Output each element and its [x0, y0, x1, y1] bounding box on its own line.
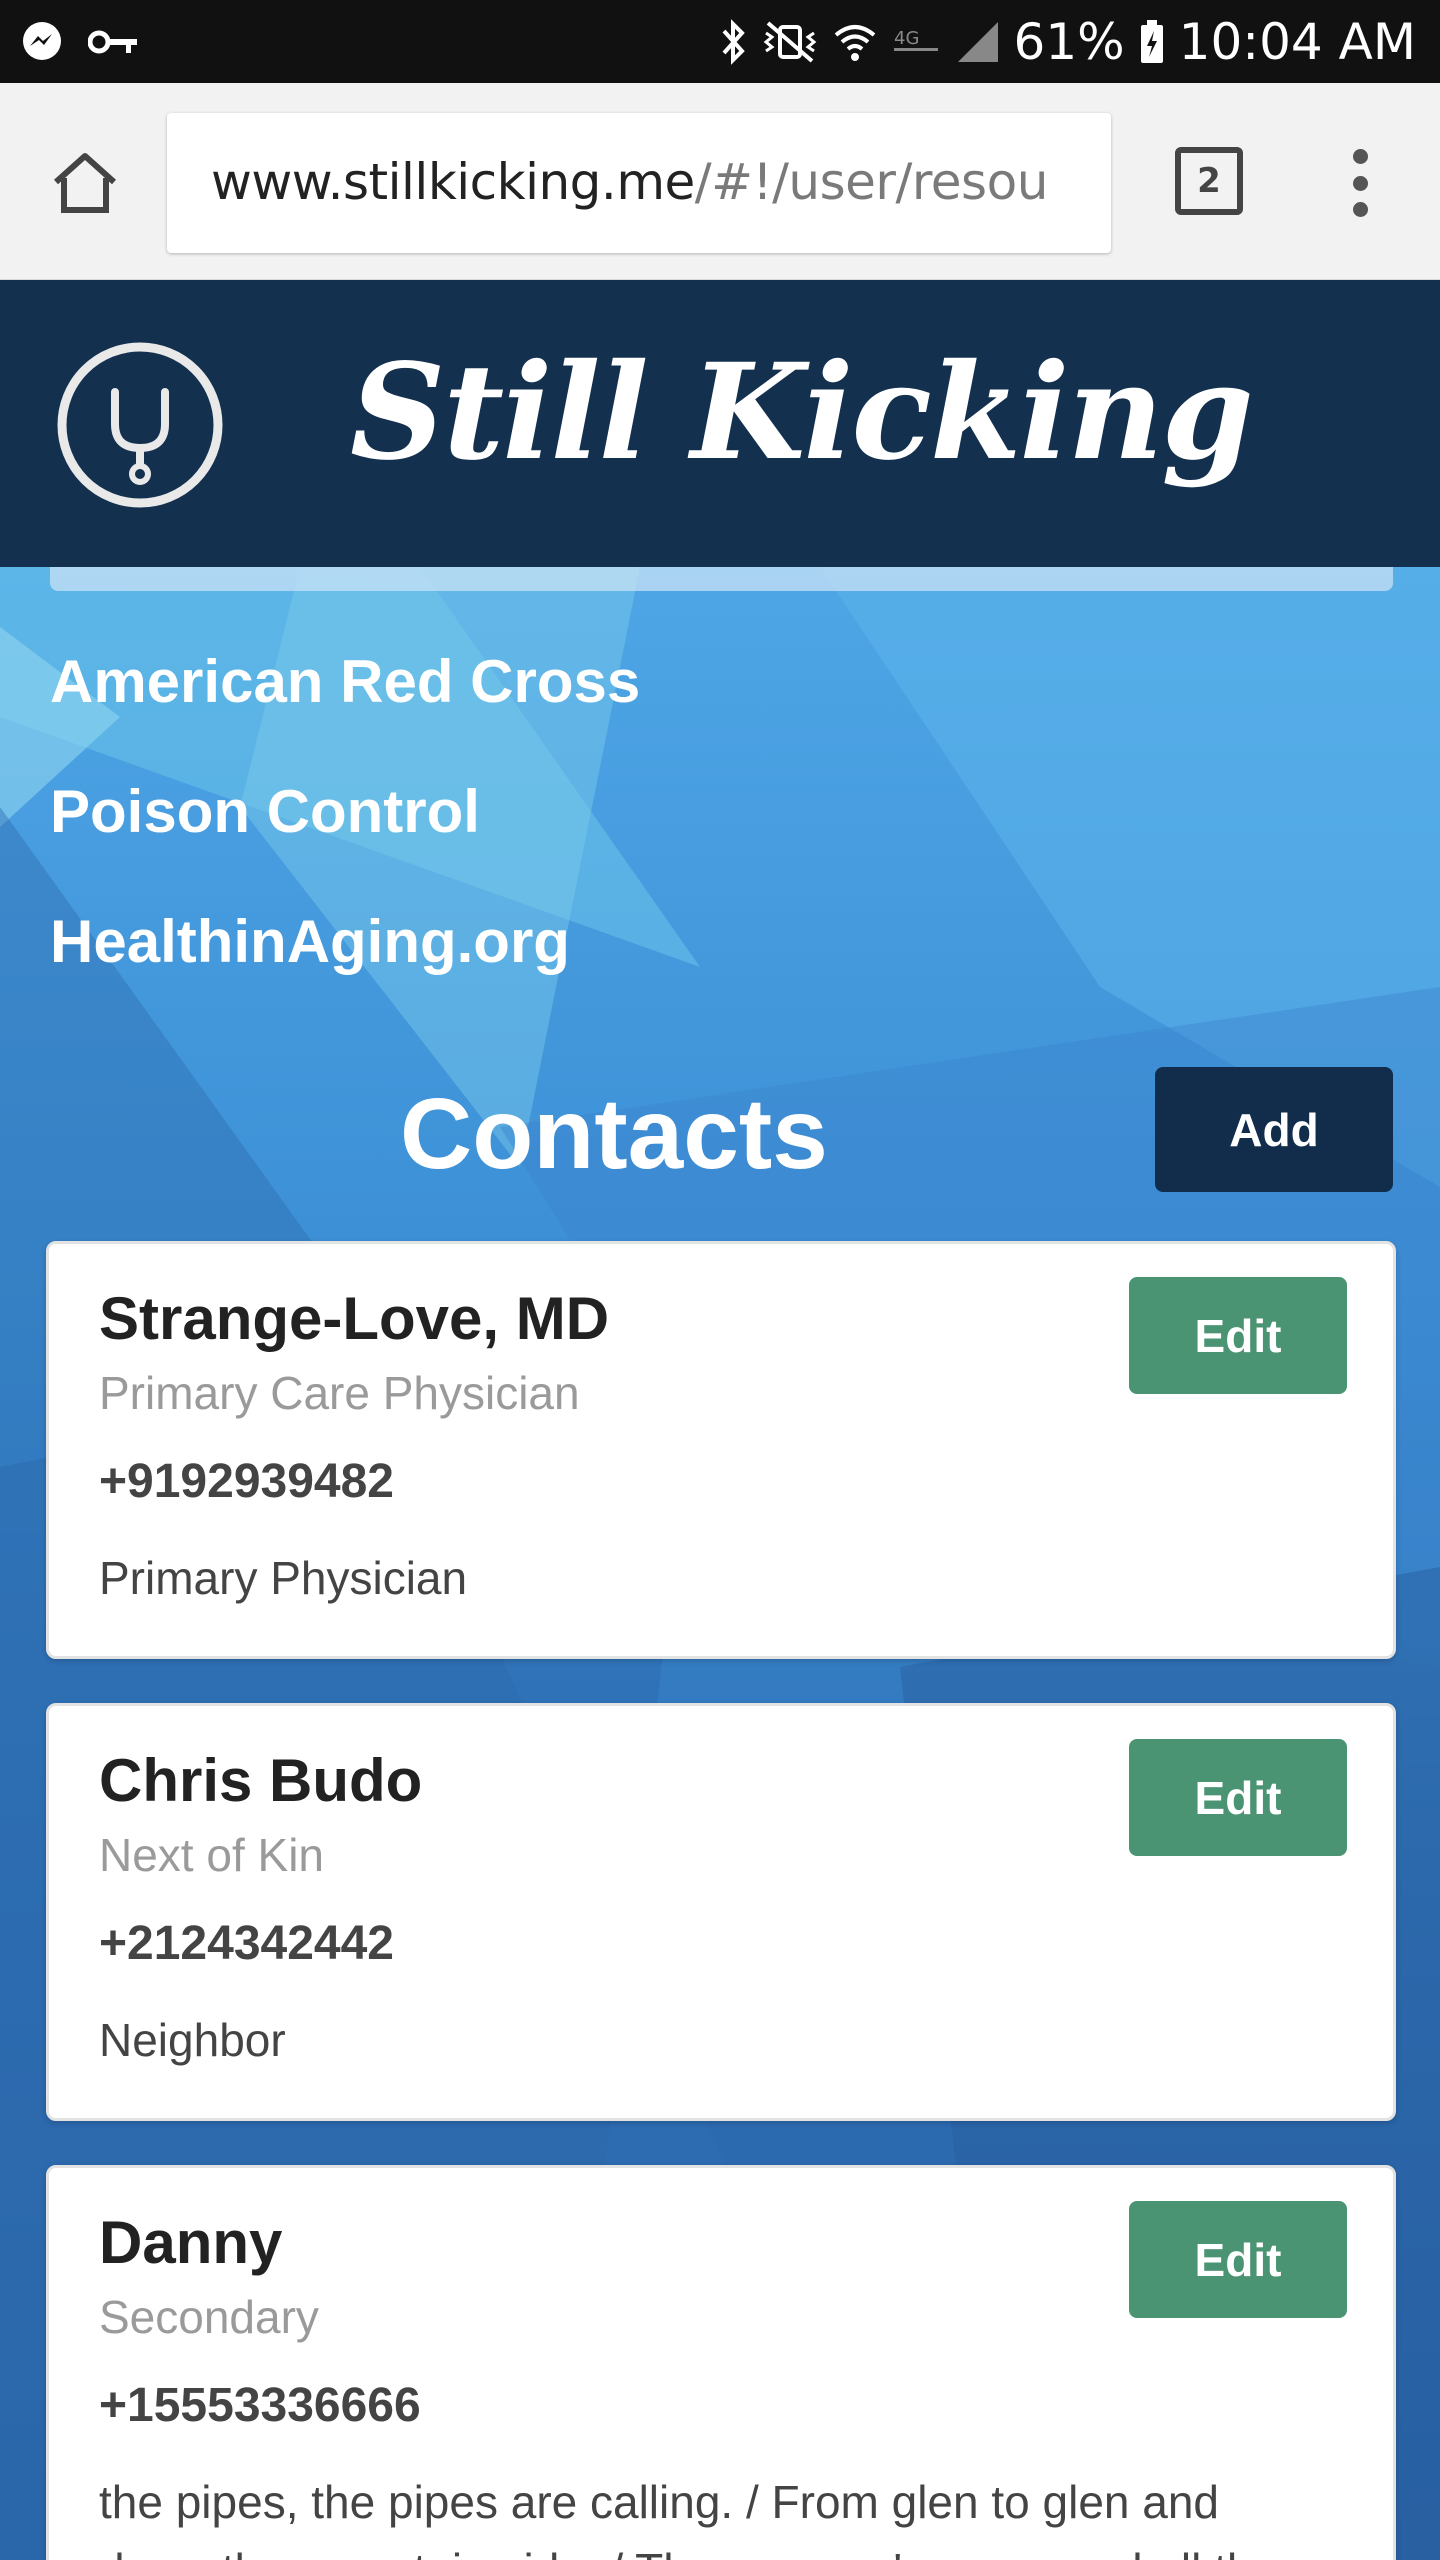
status-bar: 4G 61% 10:04 AM [0, 0, 1440, 83]
edit-contact-button[interactable]: Edit [1129, 2201, 1347, 2318]
url-text: www.stillkicking.me/#!/user/resou [211, 153, 1048, 211]
contact-name: Danny [99, 2209, 283, 2276]
menu-dot [1352, 175, 1368, 191]
address-bar[interactable]: www.stillkicking.me/#!/user/resou [167, 113, 1111, 253]
battery-percent: 61% [1013, 12, 1125, 71]
contact-role: Primary Care Physician [99, 1367, 580, 1419]
contact-card: Chris Budo Next of Kin +2124342442 Neigh… [46, 1703, 1396, 2121]
home-icon [53, 153, 117, 213]
contact-role: Secondary [99, 2291, 319, 2343]
menu-dot [1352, 149, 1368, 164]
tab-count: 2 [1197, 161, 1221, 201]
contact-phone[interactable]: +15553336666 [99, 2378, 421, 2433]
edit-contact-button[interactable]: Edit [1129, 1739, 1347, 1856]
contact-note: Primary Physician [99, 1552, 468, 1604]
battery-icon [1139, 19, 1165, 65]
tab-switcher-button[interactable]: 2 [1175, 147, 1243, 215]
site-header: Still Kicking [0, 280, 1440, 567]
contact-phone[interactable]: +9192939482 [99, 1454, 394, 1509]
overflow-menu-button[interactable] [1335, 143, 1385, 223]
site-brand-title[interactable]: Still Kicking [350, 335, 1254, 490]
bluetooth-icon [718, 18, 748, 65]
contact-note: the pipes, the pipes are calling. / From… [99, 2476, 1278, 2560]
main-content: American Red Cross Poison Control Health… [0, 567, 1440, 2560]
vibrate-icon [762, 19, 818, 65]
edit-contact-button[interactable]: Edit [1129, 1277, 1347, 1394]
key-icon [88, 27, 140, 57]
stethoscope-icon [57, 342, 223, 508]
contacts-heading: Contacts [400, 1078, 828, 1190]
url-domain: www.stillkicking.me [211, 153, 695, 211]
contact-role: Next of Kin [99, 1829, 324, 1881]
status-left-icons [20, 20, 140, 64]
contact-name: Strange-Love, MD [99, 1285, 610, 1352]
status-right-icons: 4G 61% 10:04 AM [718, 0, 1416, 83]
resource-link-red-cross[interactable]: American Red Cross [50, 647, 640, 716]
clock: 10:04 AM [1178, 12, 1416, 71]
contact-name: Chris Budo [99, 1747, 423, 1814]
browser-toolbar: www.stillkicking.me/#!/user/resou 2 [0, 83, 1440, 280]
contact-card: Danny Secondary +15553336666 the pipes, … [46, 2165, 1396, 2560]
site-logo[interactable] [55, 340, 225, 510]
url-path: /#!/user/resou [694, 153, 1049, 211]
contact-phone[interactable]: +2124342442 [99, 1916, 394, 1971]
signal-icon [956, 20, 1000, 64]
resource-link-healthinaging[interactable]: HealthinAging.org [50, 907, 570, 976]
svg-text:4G: 4G [894, 28, 919, 49]
messenger-icon [20, 20, 64, 64]
menu-dot [1352, 202, 1368, 217]
contact-note: Neighbor [99, 2014, 286, 2066]
resource-link-poison-control[interactable]: Poison Control [50, 777, 480, 846]
contact-card: Strange-Love, MD Primary Care Physician … [46, 1241, 1396, 1659]
add-contact-button[interactable]: Add [1155, 1067, 1393, 1192]
lte-icon: 4G [892, 22, 942, 62]
home-button[interactable] [40, 143, 130, 223]
wifi-icon [832, 19, 878, 65]
resources-panel-bottom [50, 567, 1393, 591]
